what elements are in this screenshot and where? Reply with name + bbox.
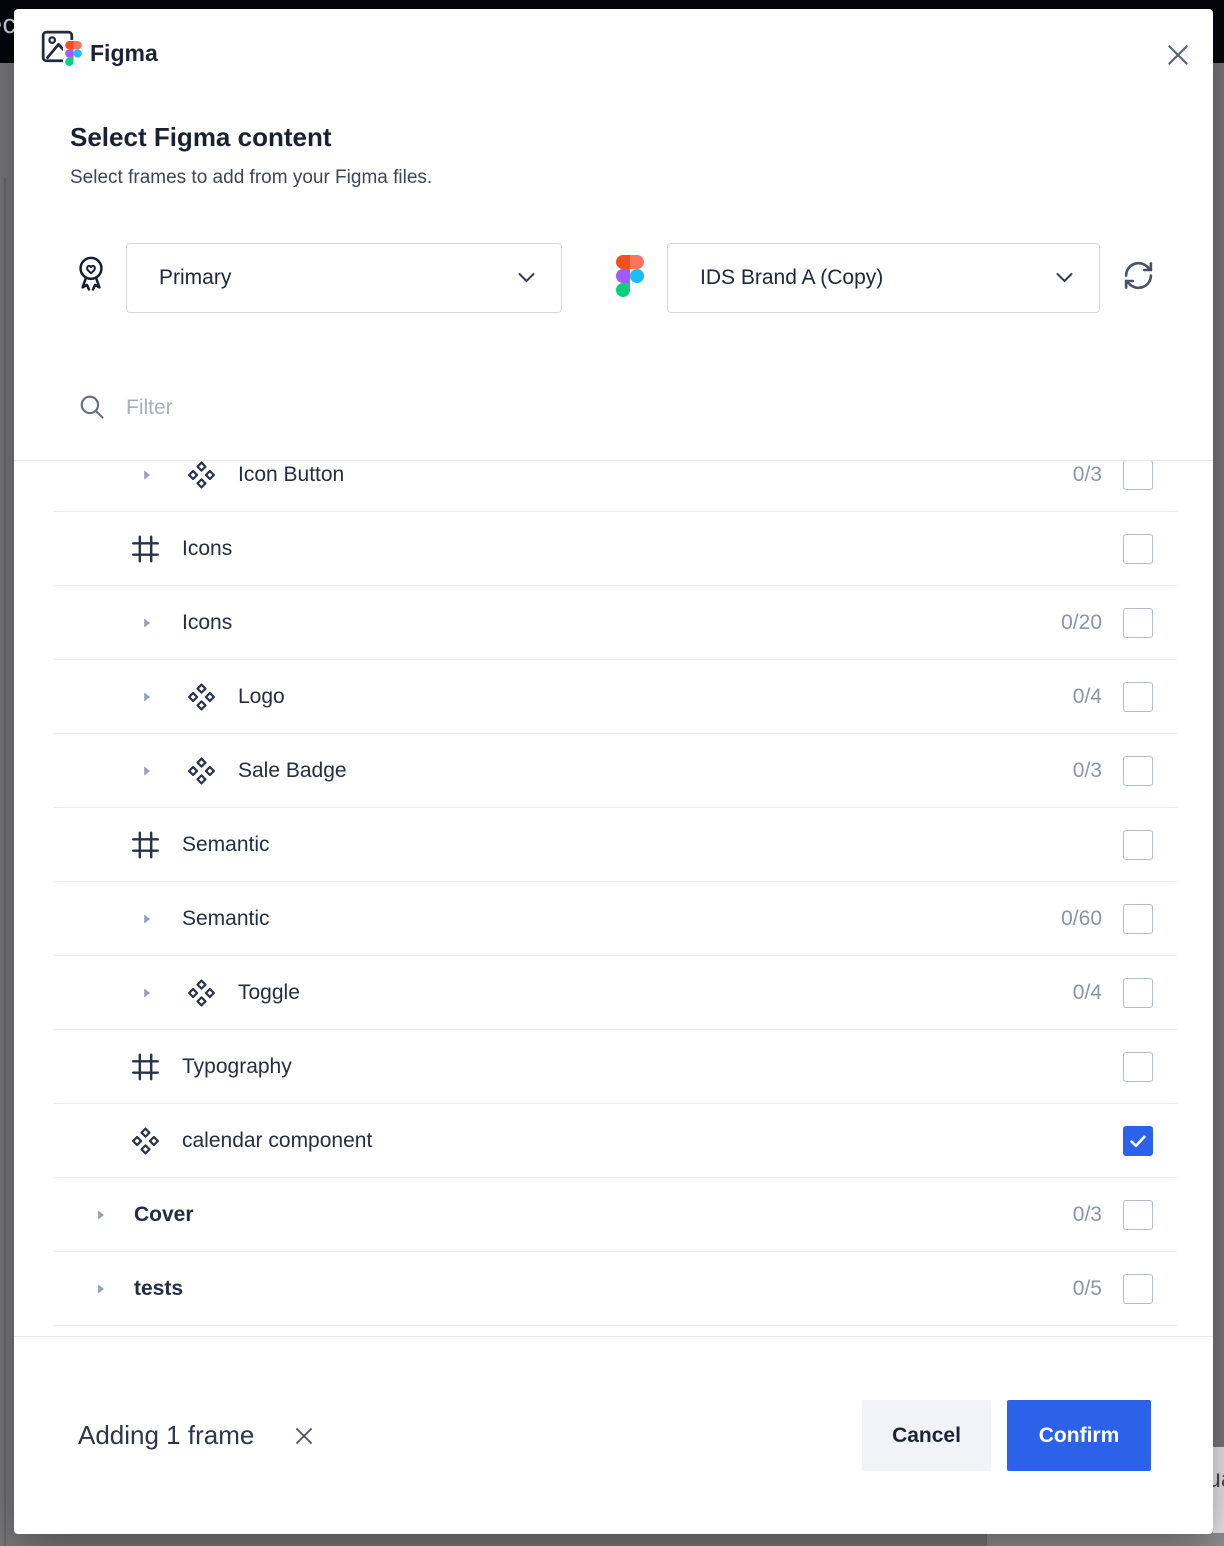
row-count: 0/3 — [1073, 1203, 1102, 1227]
background-clipped-text-bottom: ua — [1213, 1447, 1224, 1533]
page-subtitle: Select frames to add from your Figma fil… — [70, 167, 432, 189]
list-row[interactable]: Semantic 0/60 — [54, 882, 1177, 956]
row-checkbox[interactable] — [1123, 830, 1153, 860]
list-row[interactable]: Toggle 0/4 — [54, 956, 1177, 1030]
row-checkbox[interactable] — [1123, 608, 1153, 638]
row-count: 0/3 — [1073, 759, 1102, 783]
frame-icon — [130, 1051, 161, 1082]
search-icon — [78, 393, 106, 421]
chevron-right-icon[interactable] — [142, 690, 152, 704]
chevron-right-icon[interactable] — [96, 1282, 106, 1296]
list-row[interactable]: Icons — [54, 512, 1177, 586]
row-checkbox[interactable] — [1123, 756, 1153, 786]
list-row[interactable]: tests 0/5 — [54, 1252, 1177, 1326]
team-select[interactable]: Primary — [126, 243, 562, 313]
file-select-value: IDS Brand A (Copy) — [700, 266, 883, 290]
row-label: Icons — [182, 611, 232, 635]
figma-logo-icon — [616, 255, 644, 297]
component-icon — [186, 460, 217, 490]
row-count: 0/3 — [1073, 463, 1102, 487]
chevron-right-icon[interactable] — [142, 986, 152, 1000]
chevron-right-icon[interactable] — [142, 616, 152, 630]
cancel-button[interactable]: Cancel — [862, 1400, 991, 1471]
figma-content-dialog: Figma Select Figma content Select frames… — [14, 9, 1213, 1534]
row-checkbox[interactable] — [1123, 460, 1153, 490]
dialog-title: Figma — [90, 40, 158, 67]
component-icon — [186, 681, 217, 712]
row-checkbox[interactable] — [1123, 534, 1153, 564]
clear-selection-icon[interactable] — [288, 1420, 320, 1452]
row-count: 0/60 — [1061, 907, 1102, 931]
row-label: calendar component — [182, 1129, 372, 1153]
refresh-icon[interactable] — [1120, 257, 1156, 293]
list-row[interactable]: Icons 0/20 — [54, 586, 1177, 660]
row-checkbox[interactable] — [1123, 1052, 1153, 1082]
row-checkbox[interactable] — [1123, 1200, 1153, 1230]
row-label: Sale Badge — [238, 759, 347, 783]
background-panel-edge — [4, 178, 6, 1546]
row-label: Icon Button — [238, 463, 344, 487]
list-row[interactable]: Typography — [54, 1030, 1177, 1104]
frame-icon — [130, 533, 161, 564]
file-select[interactable]: IDS Brand A (Copy) — [667, 243, 1100, 313]
row-label: Semantic — [182, 833, 270, 857]
list-row[interactable]: Logo 0/4 — [54, 660, 1177, 734]
figma-image-icon — [40, 29, 80, 67]
chevron-right-icon[interactable] — [96, 1208, 106, 1222]
figma-logo-mini — [63, 40, 82, 66]
row-count: 0/5 — [1073, 1277, 1102, 1301]
chevron-down-icon — [518, 273, 535, 284]
frame-tree-list: Icon Button 0/3 Icons Icons 0/20 Logo 0/4 Sale … — [14, 460, 1213, 1336]
chevron-right-icon[interactable] — [142, 912, 152, 926]
component-icon — [186, 755, 217, 786]
page-title: Select Figma content — [70, 122, 332, 153]
row-label: Semantic — [182, 907, 270, 931]
frame-icon — [130, 829, 161, 860]
row-label: Icons — [182, 537, 232, 561]
row-count: 0/20 — [1061, 611, 1102, 635]
chevron-down-icon — [1056, 273, 1073, 284]
team-badge-icon — [74, 252, 108, 296]
list-row[interactable]: Icon Button 0/3 — [54, 460, 1177, 512]
row-label: Logo — [238, 685, 285, 709]
list-row[interactable]: calendar component — [54, 1104, 1177, 1178]
team-select-value: Primary — [159, 266, 231, 290]
selection-status: Adding 1 frame — [78, 1420, 254, 1451]
list-row[interactable]: Cover 0/3 — [54, 1178, 1177, 1252]
dialog-footer: Adding 1 frame Cancel Confirm — [14, 1336, 1213, 1534]
row-checkbox[interactable] — [1123, 978, 1153, 1008]
row-label: Typography — [182, 1055, 292, 1079]
row-label: Toggle — [238, 981, 300, 1005]
close-button[interactable] — [1160, 37, 1196, 73]
list-row[interactable]: Semantic — [54, 808, 1177, 882]
row-checkbox[interactable] — [1123, 682, 1153, 712]
component-icon — [186, 977, 217, 1008]
background-clipped-text: ec — [0, 9, 14, 49]
component-icon — [130, 1125, 161, 1156]
row-checkbox[interactable] — [1123, 1274, 1153, 1304]
row-checkbox[interactable] — [1123, 904, 1153, 934]
row-count: 0/4 — [1073, 685, 1102, 709]
chevron-right-icon[interactable] — [142, 468, 152, 482]
confirm-button[interactable]: Confirm — [1007, 1400, 1151, 1471]
row-checkbox[interactable] — [1123, 1126, 1153, 1156]
list-row[interactable]: Sale Badge 0/3 — [54, 734, 1177, 808]
chevron-right-icon[interactable] — [142, 764, 152, 778]
row-label: tests — [134, 1277, 183, 1301]
row-label: Cover — [134, 1203, 194, 1227]
filter-input[interactable] — [124, 383, 728, 433]
row-count: 0/4 — [1073, 981, 1102, 1005]
